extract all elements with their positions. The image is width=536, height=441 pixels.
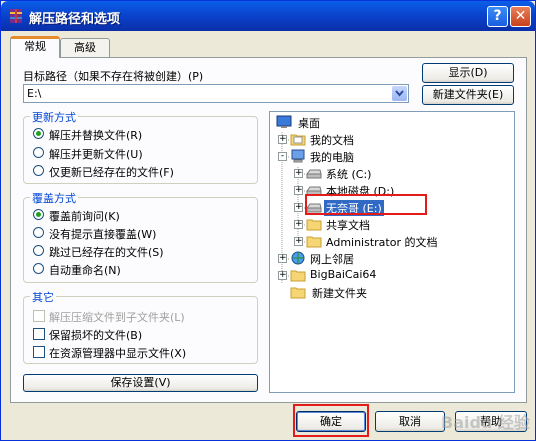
folder-tree[interactable]: 桌面 + 我的文档 - 我的电脑 + 系统 (C:) + 本地磁盘 (D:) +… xyxy=(269,111,515,393)
radio-indicator[interactable] xyxy=(33,165,44,176)
tree-node-label: 我的文档 xyxy=(310,134,354,147)
target-path-value: E:\ xyxy=(27,87,42,100)
tree-node-shared-documents[interactable]: + 共享文档 xyxy=(294,216,504,233)
show-button[interactable]: 显示(D) xyxy=(422,63,514,83)
watermark: Baidu 经验 xyxy=(441,413,530,432)
cancel-button[interactable]: 取消 xyxy=(375,411,445,432)
checkbox-label: 保留损坏的文件(B) xyxy=(49,329,143,342)
extract-options-dialog: 解压路径和选项 ? ✕ 常规 高级 目标路径（如果不存在将被创建）(P) E:\… xyxy=(0,0,536,441)
expand-icon[interactable]: + xyxy=(278,135,287,144)
ok-button[interactable]: 确定 xyxy=(296,411,366,432)
radio-indicator[interactable] xyxy=(33,209,44,220)
save-settings-button[interactable]: 保存设置(V) xyxy=(23,374,258,392)
tree-node-label: 我的电脑 xyxy=(310,151,354,164)
tree-node-new-folder[interactable]: 新建文件夹 xyxy=(290,284,510,301)
network-icon xyxy=(291,251,305,265)
expand-icon[interactable]: + xyxy=(278,271,287,280)
folder-icon xyxy=(290,270,306,282)
expand-icon[interactable]: + xyxy=(294,237,303,246)
tree-node-my-documents[interactable]: + 我的文档 xyxy=(278,131,498,148)
checkbox-indicator[interactable] xyxy=(33,310,45,322)
tree-node-bigbaicai64[interactable]: + BigBaiCai64 xyxy=(278,267,498,284)
tree-node-drive-c[interactable]: + 系统 (C:) xyxy=(294,165,504,182)
radio-indicator[interactable] xyxy=(33,263,44,274)
drive-icon xyxy=(306,169,322,179)
tree-node-label: 共享文档 xyxy=(326,219,370,232)
radio-indicator[interactable] xyxy=(33,227,44,238)
expand-icon[interactable]: + xyxy=(294,169,303,178)
folder-icon xyxy=(290,134,306,146)
tree-node-label: 网上邻居 xyxy=(310,253,354,266)
tab-advanced[interactable]: 高级 xyxy=(60,38,110,58)
checkbox-label: 解压压缩文件到子文件夹(L) xyxy=(49,311,185,324)
tree-node-label: 新建文件夹 xyxy=(312,287,367,300)
window-title: 解压路径和选项 xyxy=(29,12,121,27)
radio-label: 跳过已经存在的文件(S) xyxy=(49,246,164,259)
target-path-combobox[interactable]: E:\ xyxy=(23,84,409,103)
other-options-title: 其它 xyxy=(30,289,56,305)
overwrite-mode-group: 覆盖方式 覆盖前询问(K) 没有提示直接覆盖(W) 跳过已经存在的文件(S) 自… xyxy=(23,190,258,283)
folder-icon xyxy=(306,219,322,231)
computer-icon xyxy=(291,149,305,163)
update-mode-group: 更新方式 解压并替换文件(R) 解压并更新文件(U) 仅更新已经存在的文件(F) xyxy=(23,109,258,184)
radio-indicator[interactable] xyxy=(33,245,44,256)
folder-icon xyxy=(306,236,322,248)
tree-node-label: 系统 (C:) xyxy=(326,168,372,181)
tree-node-label: 桌面 xyxy=(298,117,320,130)
tree-node-my-computer[interactable]: - 我的电脑 xyxy=(278,148,498,165)
winrar-icon xyxy=(10,9,22,23)
tab-general[interactable]: 常规 xyxy=(10,36,60,58)
tree-node-label: Administrator 的文档 xyxy=(326,236,438,249)
tree-node-network[interactable]: + 网上邻居 xyxy=(278,250,498,267)
checkbox-label: 在资源管理器中显示文件(X) xyxy=(49,347,187,360)
radio-label: 解压并更新文件(U) xyxy=(49,148,143,161)
update-mode-title: 更新方式 xyxy=(30,109,78,125)
radio-label: 没有提示直接覆盖(W) xyxy=(49,228,157,241)
combo-dropdown-arrow-icon[interactable] xyxy=(392,86,407,101)
title-bar[interactable]: 解压路径和选项 ? ✕ xyxy=(1,1,535,31)
close-button[interactable]: ✕ xyxy=(510,6,531,27)
radio-label: 自动重命名(N) xyxy=(49,264,121,277)
collapse-icon[interactable]: - xyxy=(278,152,287,161)
new-folder-button[interactable]: 新建文件夹(E) xyxy=(422,85,514,105)
folder-icon xyxy=(290,287,306,299)
checkbox-indicator[interactable] xyxy=(33,328,45,340)
tree-node-desktop[interactable]: 桌面 xyxy=(276,114,496,131)
other-options-group: 其它 解压压缩文件到子文件夹(L) 保留损坏的文件(B) 在资源管理器中显示文件… xyxy=(23,289,258,364)
target-path-label: 目标路径（如果不存在将被创建）(P) xyxy=(23,70,204,83)
expand-icon[interactable]: + xyxy=(294,203,303,212)
radio-indicator[interactable] xyxy=(33,147,44,158)
radio-label: 覆盖前询问(K) xyxy=(49,210,120,223)
tree-node-admin-documents[interactable]: + Administrator 的文档 xyxy=(294,233,509,250)
checkbox-indicator[interactable] xyxy=(33,346,45,358)
desktop-icon xyxy=(276,115,292,128)
expand-icon[interactable]: + xyxy=(294,186,303,195)
tree-node-label: BigBaiCai64 xyxy=(310,268,377,281)
highlight-box-drive-e xyxy=(305,194,427,215)
expand-icon[interactable]: + xyxy=(278,254,287,263)
radio-label: 解压并替换文件(R) xyxy=(49,129,143,142)
radio-label: 仅更新已经存在的文件(F) xyxy=(49,166,174,179)
help-title-button[interactable]: ? xyxy=(487,6,508,27)
radio-indicator[interactable] xyxy=(33,128,44,139)
expand-icon[interactable]: + xyxy=(294,220,303,229)
overwrite-mode-title: 覆盖方式 xyxy=(30,190,78,206)
